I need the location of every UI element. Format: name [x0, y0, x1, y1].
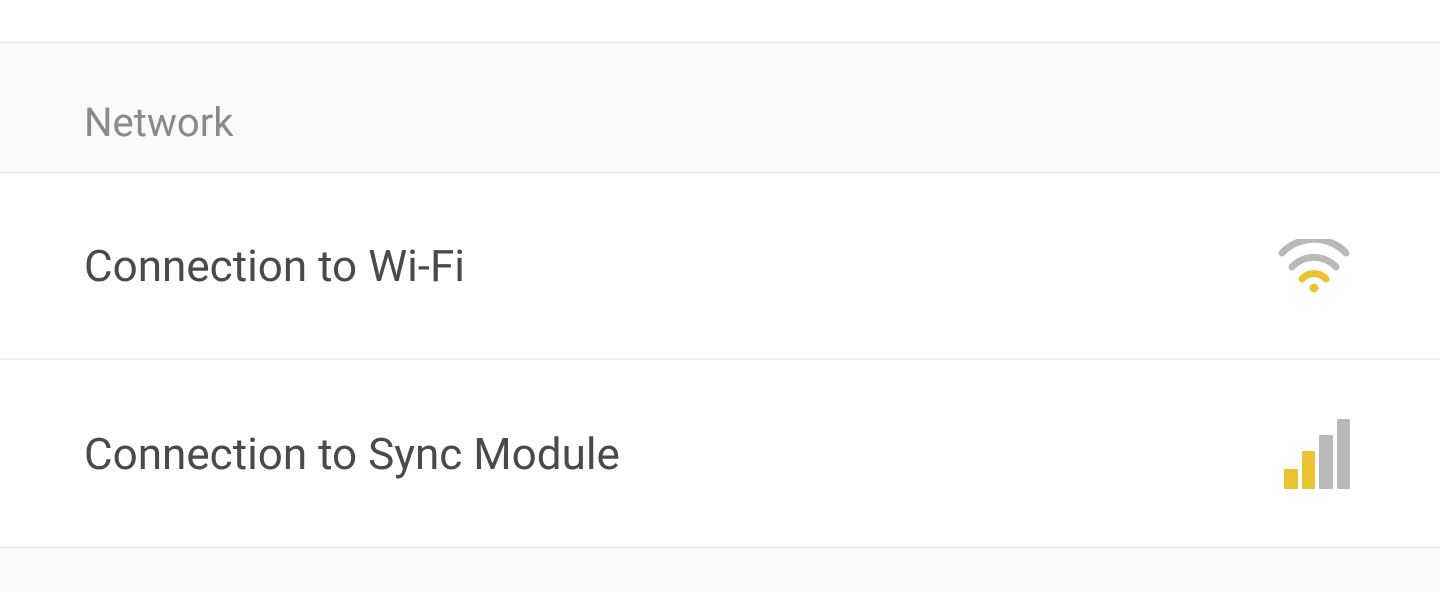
list-item-wifi[interactable]: Connection to Wi-Fi: [0, 173, 1440, 360]
signal-bar-3: [1319, 435, 1333, 489]
section-header: Network: [0, 42, 1440, 173]
section-footer: [0, 547, 1440, 591]
top-spacer: [0, 0, 1440, 42]
list-item-sync-module[interactable]: Connection to Sync Module: [0, 360, 1440, 547]
signal-bar-2: [1302, 451, 1316, 489]
signal-bars-icon: [1284, 419, 1350, 489]
signal-bar-4: [1337, 419, 1351, 489]
section-title: Network: [84, 99, 1440, 146]
signal-bar-1: [1284, 469, 1298, 489]
list-item-label: Connection to Sync Module: [84, 428, 620, 480]
wifi-icon: [1278, 239, 1350, 293]
list-item-label: Connection to Wi-Fi: [84, 240, 465, 292]
